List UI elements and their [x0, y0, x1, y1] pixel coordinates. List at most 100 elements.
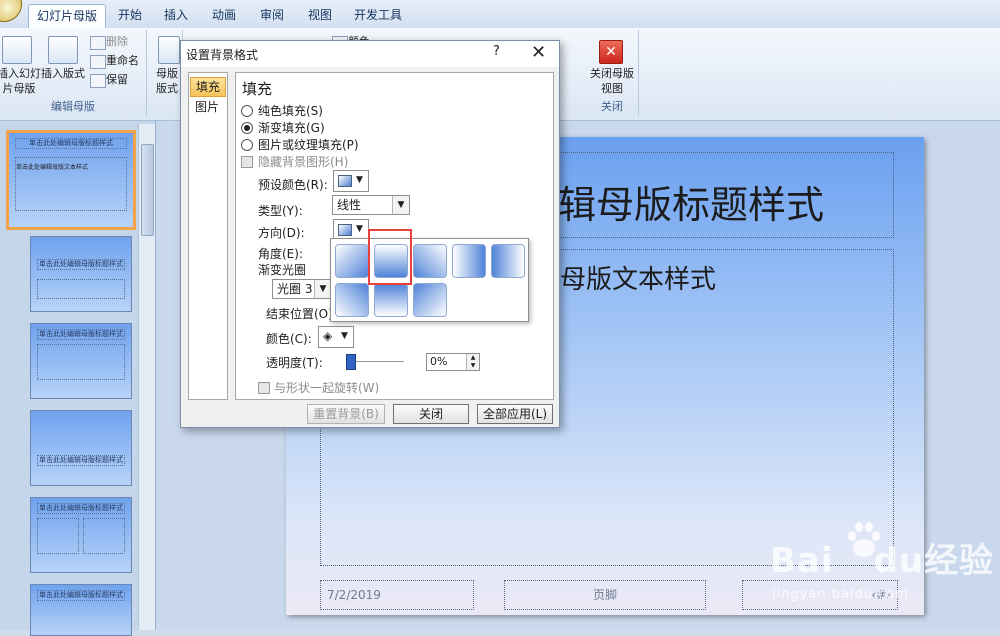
- group-master-layout: 母版版式: [148, 30, 183, 116]
- gradient-stops-label: 渐变光圈: [258, 263, 307, 277]
- radio-solid-fill[interactable]: [241, 105, 253, 117]
- preserve-icon: [90, 74, 106, 88]
- nav-fill[interactable]: 填充: [190, 77, 226, 97]
- thumbnail-layout-1[interactable]: 单击此处编辑母版标题样式: [30, 236, 132, 312]
- nav-picture[interactable]: 图片: [190, 98, 224, 116]
- gradient-swatch-icon: [338, 175, 352, 187]
- tab-insert[interactable]: 插入: [156, 4, 196, 26]
- thumbnail-title: 单击此处编辑母版标题样式: [37, 455, 125, 466]
- group-edit-master: 插入幻灯片母版 插入版式 删除 重命名 保留 编辑母版: [0, 30, 147, 116]
- angle-label: 角度(E):: [258, 247, 303, 261]
- apply-all-button[interactable]: 全部应用(L): [477, 404, 553, 424]
- spinner-arrows-icon[interactable]: ▲ ▼: [466, 354, 479, 370]
- solid-fill-label[interactable]: 纯色填充(S): [258, 102, 323, 119]
- delete-button[interactable]: 删除: [106, 34, 128, 49]
- thumbnail-body: [37, 518, 79, 554]
- hide-bg-graphics-checkbox[interactable]: [241, 156, 253, 168]
- preserve-button[interactable]: 保留: [106, 72, 128, 87]
- master-layout-button[interactable]: 母版版式: [154, 66, 180, 96]
- preset-colors-dropdown[interactable]: ▼: [333, 170, 369, 192]
- chevron-down-icon: ▼: [356, 175, 363, 185]
- date-placeholder[interactable]: 7/2/2019: [320, 580, 474, 610]
- direction-tile-5[interactable]: [491, 244, 525, 278]
- slide-body-text[interactable]: 母版文本样式: [560, 259, 716, 296]
- direction-tile-6[interactable]: [335, 283, 369, 317]
- insert-layout-button[interactable]: 插入版式: [40, 66, 86, 81]
- footer-placeholder[interactable]: 页脚: [504, 580, 706, 610]
- tab-slide-master[interactable]: 幻灯片母版: [28, 4, 106, 29]
- tab-view[interactable]: 视图: [300, 4, 340, 26]
- group-close: ✕ 关闭母版视图 关闭: [586, 30, 639, 116]
- gradient-fill-label[interactable]: 渐变填充(G): [258, 119, 325, 136]
- highlight-box: [368, 229, 412, 285]
- color-label: 颜色(C):: [266, 332, 312, 346]
- transparency-slider-thumb[interactable]: [346, 354, 356, 370]
- group-label-close: 关闭: [601, 100, 623, 113]
- thumbnail-scrollbar[interactable]: [138, 124, 155, 630]
- radio-gradient-fill[interactable]: [241, 122, 253, 134]
- office-button[interactable]: [0, 0, 22, 22]
- paint-bucket-icon: ◈: [323, 329, 333, 343]
- chevron-down-icon: ▼: [341, 331, 348, 341]
- thumbnail-title: 单击此处编辑母版标题样式: [37, 590, 125, 601]
- close-master-view-icon[interactable]: ✕: [599, 40, 623, 64]
- color-dropdown[interactable]: ◈ ▼: [318, 326, 354, 348]
- type-value: 线性: [337, 198, 362, 212]
- rename-button[interactable]: 重命名: [106, 53, 139, 68]
- chevron-down-icon: ▼: [356, 224, 363, 234]
- thumbnail-title: 单击此处编辑母版标题样式: [37, 259, 125, 270]
- tab-review[interactable]: 审阅: [252, 4, 292, 26]
- dialog-close-icon[interactable]: ✕: [531, 42, 546, 63]
- date-text: 7/2/2019: [327, 588, 381, 602]
- chevron-down-icon: ▼: [314, 280, 331, 298]
- tab-developer[interactable]: 开发工具: [350, 4, 406, 26]
- chevron-down-icon: ▼: [392, 196, 409, 214]
- delete-icon: [90, 36, 106, 50]
- direction-tile-4[interactable]: [452, 244, 486, 278]
- thumbnail-layout-3[interactable]: 单击此处编辑母版标题样式: [30, 410, 132, 486]
- insert-slide-master-icon[interactable]: [2, 36, 32, 64]
- paw-logo-icon: [848, 522, 880, 557]
- dialog-nav: 填充 图片: [188, 72, 228, 400]
- radio-picture-fill[interactable]: [241, 139, 253, 151]
- direction-tile-1[interactable]: [335, 244, 369, 278]
- type-select[interactable]: 线性 ▼: [332, 195, 410, 215]
- scrollbar-thumb[interactable]: [141, 144, 154, 236]
- thumbnail-master-slide[interactable]: 单击此处编辑母版标题样式 单击此处编辑母版文本样式: [6, 130, 136, 230]
- thumbnail-title: 单击此处编辑母版标题样式: [37, 329, 125, 340]
- rotate-with-shape-label: 与形状一起旋转(W): [274, 381, 380, 395]
- insert-layout-icon[interactable]: [48, 36, 78, 64]
- tab-home[interactable]: 开始: [110, 4, 150, 26]
- ribbon-tab-bar: 幻灯片母版 开始 插入 动画 审阅 视图 开发工具: [0, 0, 1000, 29]
- thumbnail-layout-5[interactable]: 单击此处编辑母版标题样式: [30, 584, 132, 636]
- slide-title-text[interactable]: 辑母版标题样式: [558, 174, 824, 229]
- insert-slide-master-button[interactable]: 插入幻灯片母版: [0, 66, 42, 96]
- direction-tile-8[interactable]: [413, 283, 447, 317]
- gradient-swatch-icon: [338, 224, 352, 236]
- type-label: 类型(Y):: [258, 204, 303, 218]
- dialog-titlebar[interactable]: 设置背景格式 ? ✕: [181, 41, 559, 67]
- tab-animation[interactable]: 动画: [204, 4, 244, 26]
- footer-text: 页脚: [592, 588, 617, 602]
- rename-icon: [90, 55, 106, 69]
- thumbnail-body: 单击此处编辑母版文本样式: [15, 157, 127, 211]
- picture-fill-label[interactable]: 图片或纹理填充(P): [258, 136, 359, 153]
- gradient-stop-select[interactable]: 光圈 3 ▼: [272, 279, 332, 299]
- thumbnail-layout-4[interactable]: 单击此处编辑母版标题样式: [30, 497, 132, 573]
- hide-bg-graphics-label: 隐藏背景图形(H): [258, 155, 349, 169]
- thumbnail-title: 单击此处编辑母版标题样式: [15, 138, 127, 149]
- close-master-view-button[interactable]: 关闭母版视图: [586, 66, 638, 96]
- direction-label: 方向(D):: [258, 226, 305, 240]
- thumbnail-body: [37, 344, 125, 380]
- direction-tile-7[interactable]: [374, 283, 408, 317]
- rotate-with-shape-checkbox[interactable]: [258, 382, 270, 394]
- reset-background-button[interactable]: 重置背景(B): [307, 404, 385, 424]
- master-layout-icon[interactable]: [158, 36, 180, 64]
- thumbnail-layout-2[interactable]: 单击此处编辑母版标题样式: [30, 323, 132, 399]
- close-button[interactable]: 关闭: [393, 404, 469, 424]
- help-button[interactable]: ?: [493, 44, 500, 59]
- direction-gallery: [330, 238, 529, 322]
- direction-tile-3[interactable]: [413, 244, 447, 278]
- transparency-spinner[interactable]: 0% ▲ ▼: [426, 353, 480, 371]
- dialog-title: 设置背景格式: [186, 48, 259, 62]
